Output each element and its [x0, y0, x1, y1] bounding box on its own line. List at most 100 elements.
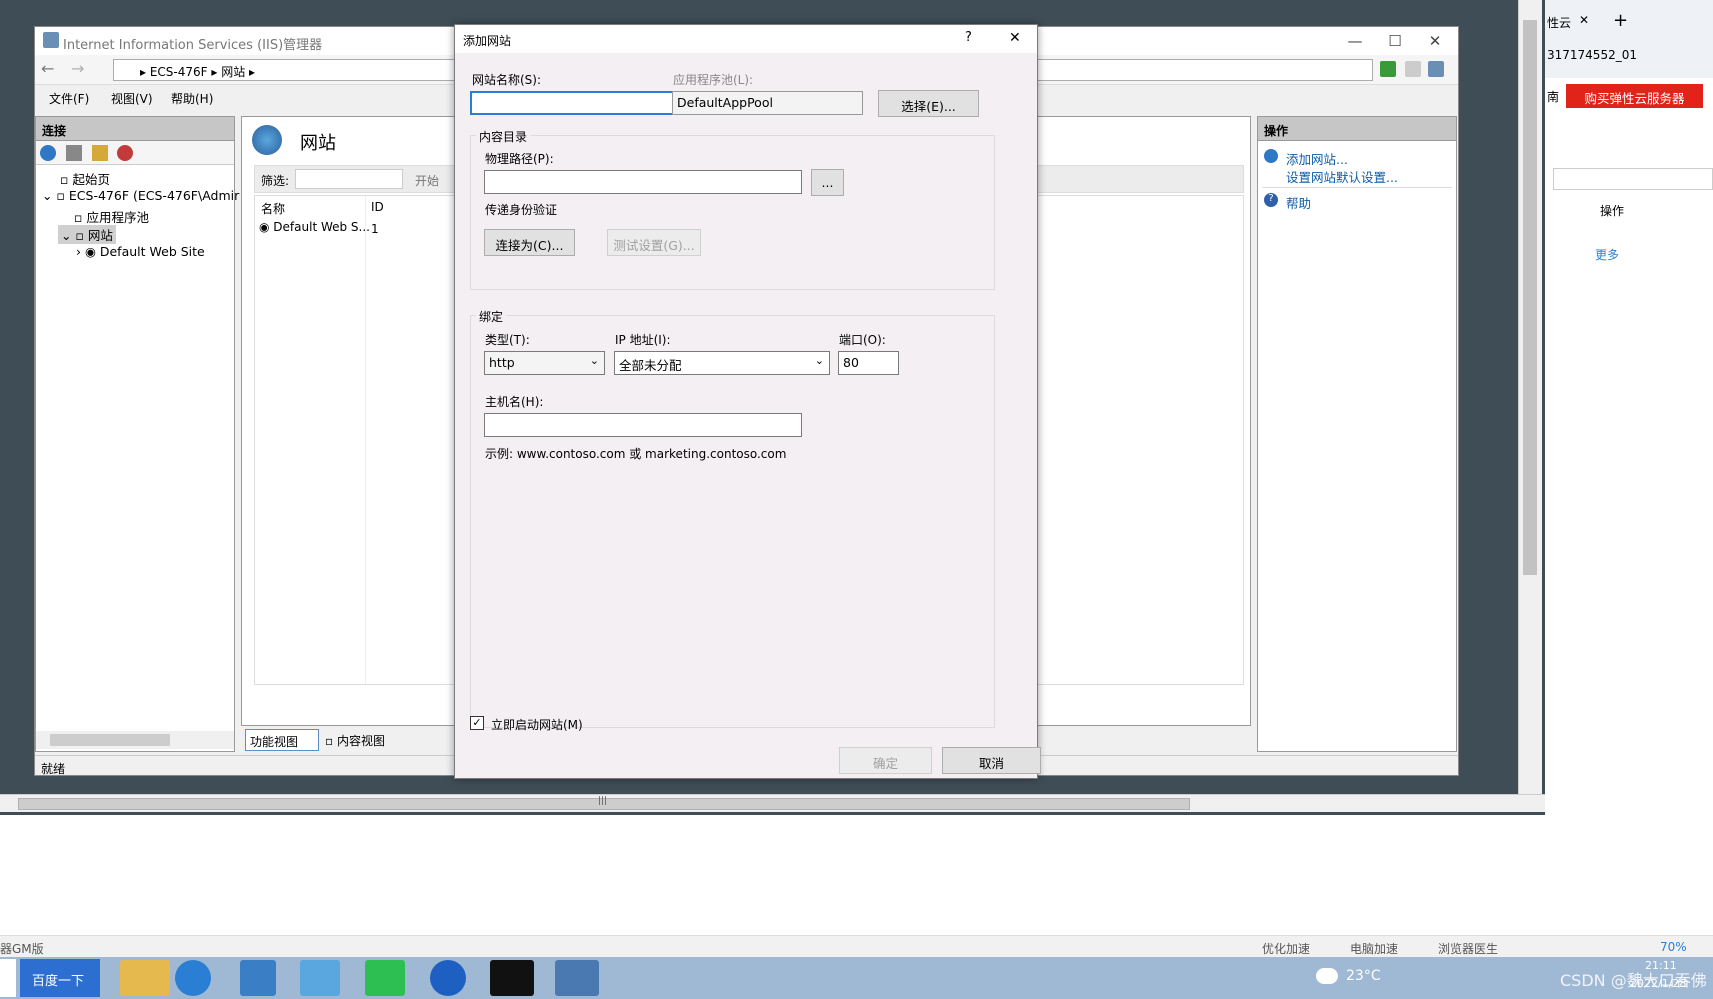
browse-button[interactable]: ... — [811, 169, 844, 196]
tree-app-pools[interactable]: ▫ 应用程序池 — [74, 207, 149, 226]
column-ops: 操作 — [1600, 204, 1625, 218]
type-select[interactable]: http ⌄ — [484, 351, 605, 375]
minimize-icon[interactable]: — — [1335, 32, 1375, 52]
cmd-icon[interactable] — [490, 960, 534, 996]
octopus-app-icon[interactable] — [300, 960, 340, 996]
connections-toolbar — [36, 141, 234, 165]
actions-title: 操作 — [1258, 117, 1456, 141]
weather-temp[interactable]: 23°C — [1346, 968, 1381, 984]
test-settings-button: 测试设置(G)... — [607, 229, 701, 256]
dialog-title: 添加网站 — [463, 34, 512, 48]
binding-group — [470, 315, 995, 728]
scroll-grip-icon: ||| — [598, 796, 608, 806]
port-input[interactable]: 80 — [838, 351, 899, 375]
wangwang-icon[interactable] — [430, 960, 466, 996]
menu-file[interactable]: 文件(F) — [49, 90, 89, 107]
binding-title: 绑定 — [476, 308, 507, 325]
close-icon[interactable]: ✕ — [1415, 32, 1455, 52]
save-icon[interactable] — [65, 145, 82, 161]
ip-select[interactable]: 全部未分配 ⌄ — [614, 351, 830, 375]
remote-desktop-icon[interactable] — [555, 960, 599, 996]
action-help[interactable]: 帮助 — [1286, 193, 1311, 212]
action-site-defaults[interactable]: 设置网站默认设置... — [1286, 167, 1398, 186]
tab-feature-view[interactable]: 功能视图 — [245, 729, 319, 751]
browser-id-fragment: 317174552_01 — [1547, 48, 1637, 62]
action-add-site[interactable]: 添加网站... — [1286, 149, 1348, 168]
chevron-down-icon: ⌄ — [589, 354, 599, 367]
ie-icon[interactable] — [175, 960, 211, 996]
status-text: 就绪 — [41, 762, 66, 776]
cancel-button[interactable]: 取消 — [942, 747, 1041, 774]
add-website-dialog: 添加网站 ? ✕ 网站名称(S): 应用程序池(L): DefaultAppPo… — [454, 24, 1041, 779]
dialog-help-icon[interactable]: ? — [965, 30, 972, 45]
filter-input[interactable] — [295, 169, 403, 189]
taskbar: 百度一下 23°C CSDN @魏大口吞佛 21:11 2022/1/28 — [0, 957, 1713, 999]
site-name-input[interactable] — [470, 91, 684, 115]
center-title: 网站 — [300, 133, 336, 154]
menu-view[interactable]: 视图(V) — [111, 90, 153, 107]
iis-window-title: Internet Information Services (IIS)管理器 — [63, 38, 323, 53]
sidebar-search[interactable] — [1553, 168, 1713, 190]
remote-hscrollbar[interactable]: ||| — [0, 794, 1545, 812]
connect-as-button[interactable]: 连接为(C)... — [484, 229, 575, 256]
stop-icon[interactable] — [1405, 61, 1421, 77]
chevron-down-icon: ⌄ — [814, 354, 824, 367]
remote-vscrollbar[interactable] — [1518, 0, 1542, 798]
select-app-pool-button[interactable]: 选择(E)... — [878, 90, 979, 117]
start-site-checkbox[interactable]: ✓ — [470, 716, 484, 730]
window-icon[interactable] — [240, 960, 276, 996]
connect-icon[interactable] — [40, 145, 56, 161]
breadcrumb-server[interactable]: ECS-476F — [150, 65, 208, 79]
disconnect-icon[interactable] — [117, 145, 134, 161]
table-row[interactable]: ◉ Default Web S... — [259, 220, 370, 234]
help-icon: ? — [1264, 193, 1278, 207]
app-pool-field: DefaultAppPool — [672, 91, 863, 115]
new-tab-icon[interactable]: + — [1613, 10, 1628, 31]
table-row-id: 1 — [371, 222, 379, 236]
tab-content-view[interactable]: ▫ 内容视图 — [325, 732, 385, 749]
menu-help[interactable]: 帮助(H) — [171, 90, 213, 107]
browser-statusbar: 器GM版 优化加速 电脑加速 浏览器医生 70% — [0, 935, 1713, 957]
tree-server[interactable]: ⌄ ▫ ECS-476F (ECS-476F\Admir — [42, 188, 239, 203]
zoom-level[interactable]: 70% — [1660, 940, 1687, 954]
ok-button: 确定 — [839, 747, 932, 774]
more-link[interactable]: 更多 — [1595, 246, 1619, 263]
breadcrumb-sites[interactable]: 网站 — [221, 65, 245, 79]
type-label: 类型(T): — [485, 333, 530, 347]
clock-date[interactable]: 2022/1/28 — [1630, 977, 1686, 990]
tree-start-page[interactable]: ▫ 起始页 — [60, 169, 110, 188]
actions-panel: 操作 添加网站... 设置网站默认设置... ? 帮助 — [1257, 116, 1457, 752]
status-browser-doctor[interactable]: 浏览器医生 — [1438, 940, 1498, 957]
home-icon[interactable] — [1428, 61, 1444, 77]
tree-sites[interactable]: ⌄ ▫ 网站 — [58, 225, 116, 244]
search-button[interactable]: 百度一下 — [20, 959, 100, 997]
refresh-icon[interactable] — [1380, 61, 1396, 77]
browser-tab-fragment[interactable]: 性云 — [1547, 14, 1571, 31]
browser-content-bottom — [0, 815, 1713, 935]
browser-tabstrip: 性云 ✕ + 317174552_01 — [1545, 0, 1713, 78]
tab-close-icon[interactable]: ✕ — [1579, 13, 1589, 27]
buy-server-button[interactable]: 购买弹性云服务器 — [1566, 84, 1703, 108]
filter-go-button[interactable]: 开始 — [415, 172, 439, 189]
status-optimize[interactable]: 优化加速 — [1262, 940, 1310, 957]
back-icon[interactable]: ← — [41, 59, 54, 78]
col-name-header[interactable]: 名称 — [261, 200, 285, 217]
clock-time[interactable]: 21:11 — [1645, 959, 1677, 972]
filter-label: 筛选: — [261, 174, 290, 188]
status-pc-speedup[interactable]: 电脑加速 — [1350, 940, 1398, 957]
wechat-icon[interactable] — [365, 960, 405, 996]
up-icon[interactable] — [91, 145, 108, 161]
start-site-label: 立即启动网站(M) — [491, 718, 583, 732]
forward-icon[interactable]: → — [71, 59, 84, 78]
tree-default-web-site[interactable]: › ◉ Default Web Site — [76, 244, 205, 259]
tree-hscrollbar[interactable] — [36, 731, 234, 749]
maximize-icon[interactable]: ☐ — [1375, 32, 1415, 52]
file-explorer-icon[interactable] — [120, 960, 170, 996]
dialog-close-icon[interactable]: ✕ — [1009, 30, 1021, 46]
col-id-header[interactable]: ID — [371, 200, 384, 214]
physical-path-label: 物理路径(P): — [485, 152, 554, 166]
host-label: 主机名(H): — [485, 395, 544, 409]
start-edge[interactable] — [0, 959, 16, 997]
physical-path-input[interactable] — [484, 170, 802, 194]
host-input[interactable] — [484, 413, 802, 437]
